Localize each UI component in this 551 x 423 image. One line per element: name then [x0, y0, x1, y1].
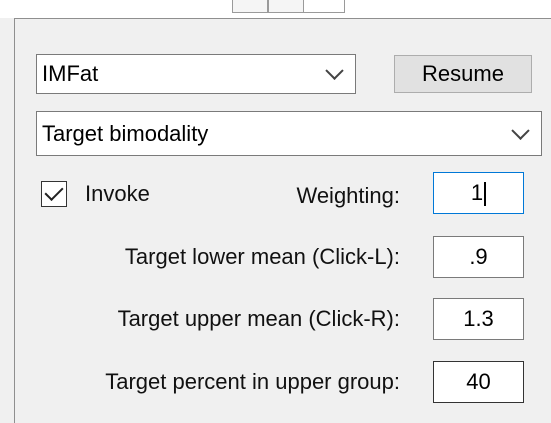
upper-percent-input[interactable]: 40	[433, 361, 524, 403]
upper-mean-label: Target upper mean (Click-R):	[117, 306, 400, 331]
upper-mean-value: 1.3	[463, 306, 494, 331]
chevron-down-icon	[325, 61, 344, 80]
window: IMFat Resume Target bimodality Invoke We…	[0, 0, 551, 423]
target-select[interactable]: Target bimodality	[36, 111, 542, 156]
upper-mean-input[interactable]: 1.3	[433, 298, 524, 340]
upper-percent-value: 40	[466, 369, 491, 394]
model-select[interactable]: IMFat	[36, 54, 356, 94]
checkmark-icon	[44, 181, 64, 202]
upper-percent-label: Target percent in upper group:	[105, 369, 400, 394]
resume-button[interactable]: Resume	[394, 55, 532, 93]
model-select-value: IMFat	[42, 61, 99, 86]
top-control	[232, 0, 268, 13]
lower-mean-label: Target lower mean (Click-L):	[124, 244, 400, 269]
weighting-label: Weighting:	[296, 183, 400, 208]
target-select-value: Target bimodality	[42, 120, 209, 146]
lower-mean-value: .9	[469, 244, 488, 269]
weighting-value: 1	[470, 180, 484, 205]
weighting-input[interactable]: 1	[433, 172, 524, 214]
top-strip	[0, 0, 551, 18]
invoke-label: Invoke	[85, 181, 150, 206]
text-caret	[484, 182, 487, 207]
lower-mean-input[interactable]: .9	[433, 236, 524, 278]
invoke-checkbox[interactable]	[41, 181, 67, 207]
top-control	[268, 0, 304, 13]
top-control	[304, 0, 345, 13]
chevron-down-icon	[511, 121, 530, 140]
